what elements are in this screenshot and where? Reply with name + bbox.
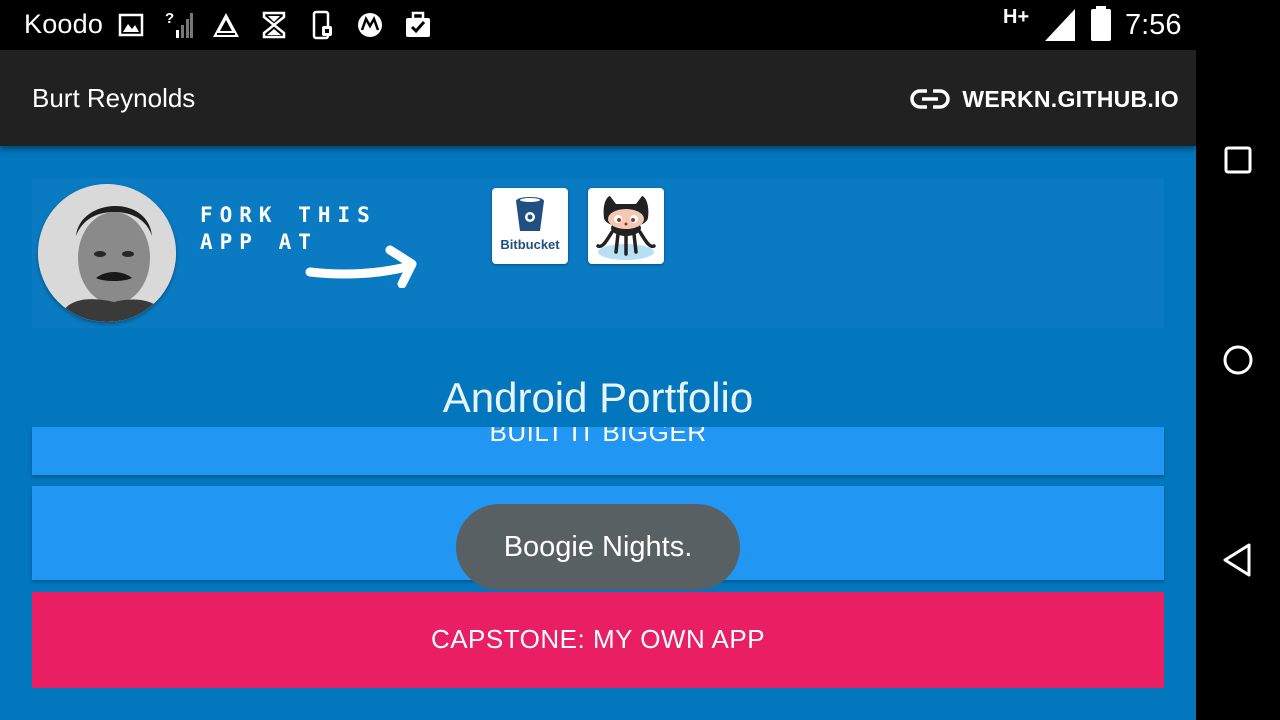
built-it-bigger-label: BUILT IT BIGGER	[489, 427, 707, 447]
briefcase-check-icon	[406, 11, 430, 37]
bitbucket-button[interactable]: Bitbucket	[492, 188, 568, 264]
website-link-button[interactable]: WERKN.GITHUB.IO	[910, 83, 1179, 115]
portfolio-title: Android Portfolio	[442, 374, 754, 421]
arrow-right-icon	[305, 245, 417, 288]
hourglass-icon	[262, 11, 286, 39]
image-notification-icon	[118, 13, 144, 37]
github-button[interactable]	[588, 188, 664, 264]
avatar	[38, 184, 176, 322]
link-icon	[910, 89, 951, 109]
app-title: Burt Reynolds	[32, 83, 196, 113]
carrier-label: Koodo	[24, 9, 104, 39]
bitbucket-label: Bitbucket	[500, 237, 560, 252]
app-screen: Koodo ? H+ 7:56 Burt Reynolds WERKN.GITH…	[0, 0, 1196, 720]
signal-unknown-icon: ?	[165, 10, 193, 38]
content-area: FORK THIS APP AT Bitbucket Android Portf…	[0, 146, 1196, 720]
network-type-label: H+	[1003, 6, 1030, 28]
app-a-icon	[213, 13, 239, 37]
battery-icon	[1091, 6, 1111, 41]
profile-photo	[38, 184, 176, 322]
website-link-label: WERKN.GITHUB.IO	[962, 85, 1179, 112]
clock-label: 7:56	[1125, 9, 1182, 41]
svg-text:?: ?	[165, 10, 174, 27]
status-bar: Koodo ? H+ 7:56	[0, 0, 1196, 50]
profile-header: FORK THIS APP AT Bitbucket	[32, 178, 1164, 328]
signal-icon	[1045, 9, 1075, 41]
octocat-icon	[596, 196, 656, 260]
toast-message: Boogie Nights.	[456, 504, 740, 590]
built-it-bigger-button[interactable]: BUILT IT BIGGER	[32, 427, 1164, 475]
bitbucket-icon	[516, 197, 544, 231]
capstone-label: CAPSTONE: MY OWN APP	[430, 624, 766, 654]
navigation-bar	[1196, 0, 1280, 720]
motorola-icon	[358, 13, 382, 37]
app-bar: Burt Reynolds WERKN.GITHUB.IO	[0, 50, 1196, 146]
phone-lock-icon	[312, 10, 332, 40]
back-icon[interactable]	[1218, 540, 1258, 580]
home-icon[interactable]	[1218, 340, 1258, 380]
recents-icon[interactable]	[1218, 140, 1258, 180]
capstone-button[interactable]: CAPSTONE: MY OWN APP	[32, 592, 1164, 688]
